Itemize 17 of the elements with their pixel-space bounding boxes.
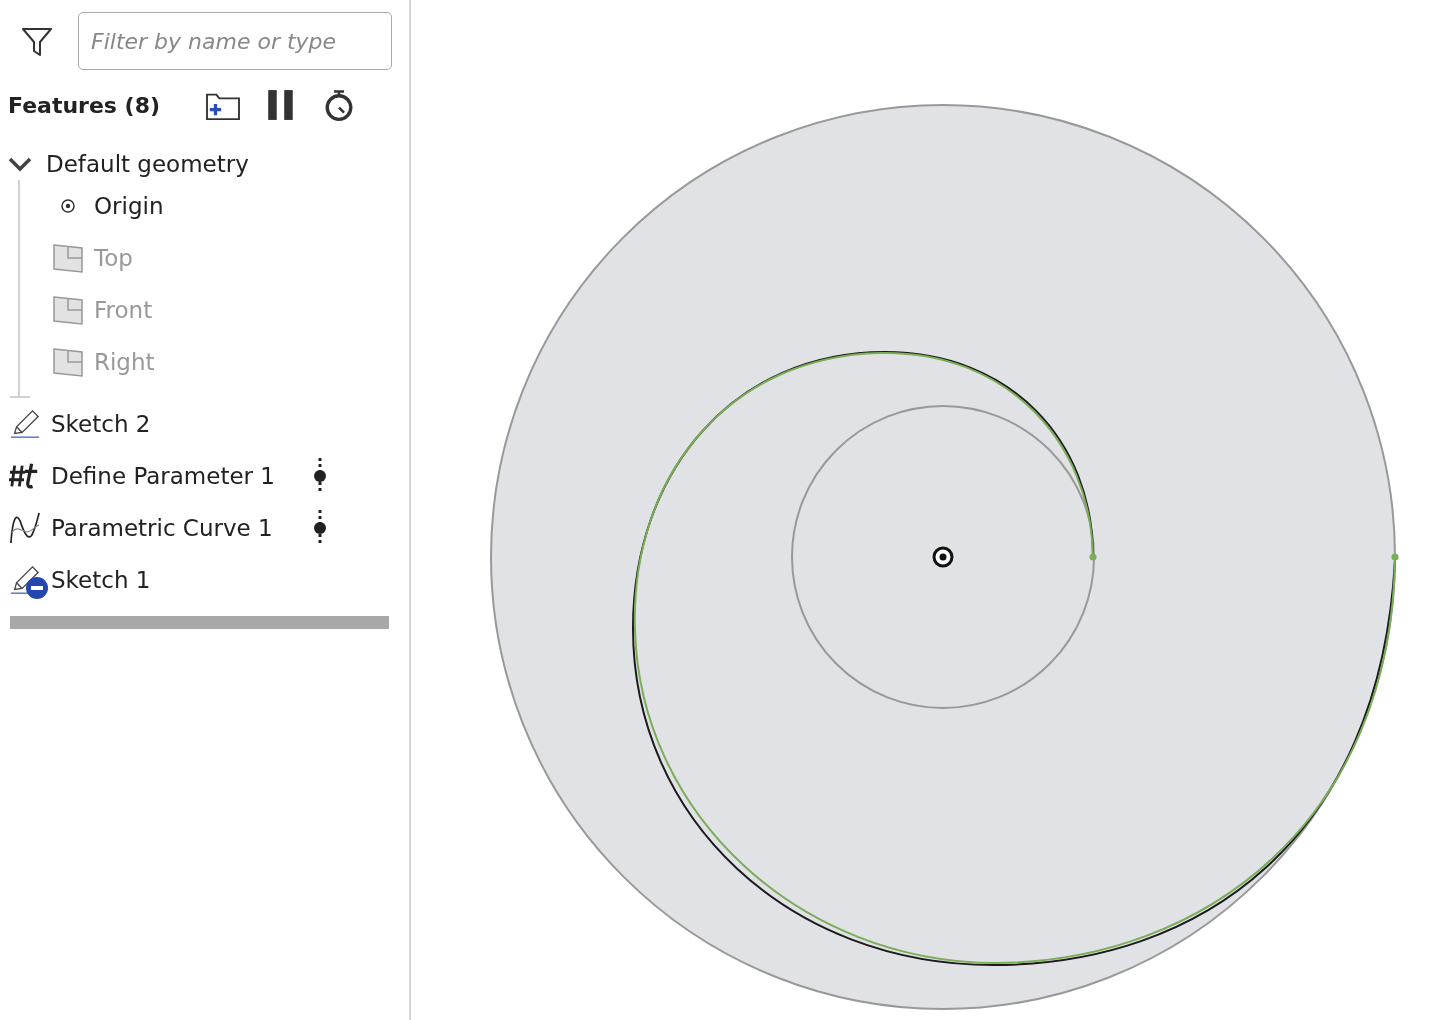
feature-item[interactable]: Sketch 1: [51, 567, 151, 593]
curve-endpoint: [1391, 553, 1399, 561]
curve-icon: [9, 512, 41, 544]
group-label[interactable]: Default geometry: [46, 151, 249, 177]
feature-item[interactable]: Parametric Curve 1: [51, 515, 273, 541]
origin-marker: [932, 546, 954, 568]
curve-endpoint: [1089, 553, 1097, 561]
features-heading: Features (8): [8, 92, 162, 118]
pencil-icon: [9, 564, 41, 596]
plane-icon: [52, 242, 84, 274]
feature-item[interactable]: Sketch 2: [51, 411, 151, 437]
plane-icon: [52, 346, 84, 378]
feature-item[interactable]: Define Parameter 1: [51, 463, 275, 489]
filter-field[interactable]: Filter by name or type: [78, 12, 392, 70]
pencil-icon: [9, 408, 41, 440]
plane-icon: [52, 294, 84, 326]
feature-item[interactable]: Origin: [94, 193, 164, 219]
